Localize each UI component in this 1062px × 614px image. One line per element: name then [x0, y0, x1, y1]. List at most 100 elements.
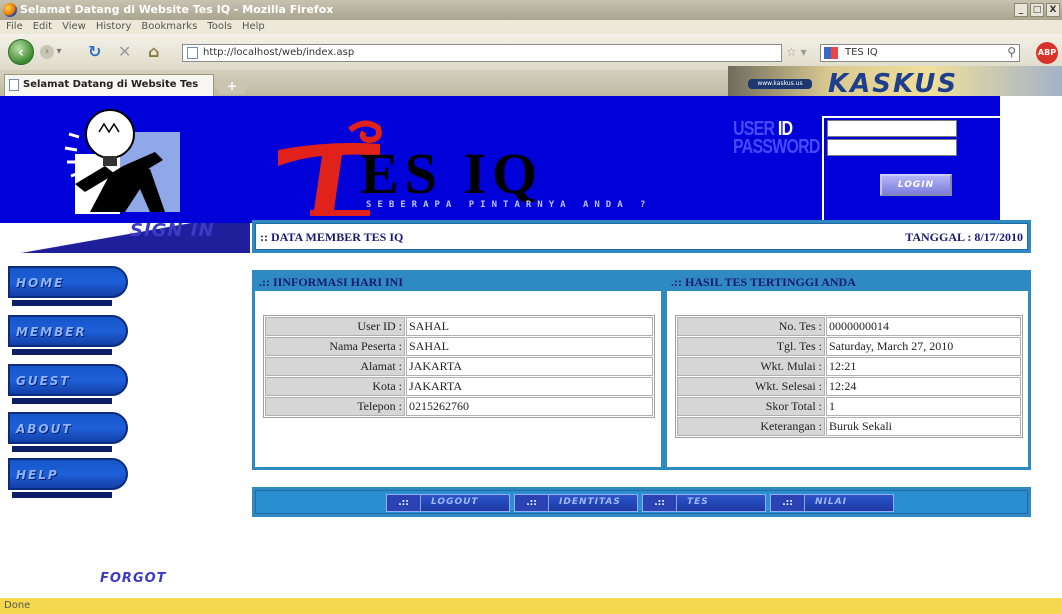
table-row: Wkt. Selesai :12:24	[677, 377, 1021, 396]
nav-help-button[interactable]: HELP	[8, 458, 128, 490]
row-value: JAKARTA	[406, 357, 653, 376]
nilai-button[interactable]: .:: NILAI	[770, 494, 894, 512]
site-tagline: SEBERAPA PINTARNYA ANDA ?	[366, 200, 652, 210]
back-button[interactable]: ‹	[8, 39, 34, 65]
row-label: Tgl. Tes :	[677, 337, 825, 356]
nav-divider	[12, 492, 112, 498]
table-row: No. Tes :0000000014	[677, 317, 1021, 336]
row-label: User ID :	[265, 317, 405, 336]
forgot-password-link[interactable]: FORGOT	[100, 571, 167, 586]
nav-member-button[interactable]: MEMBER	[8, 315, 128, 347]
row-value: SAHAL	[406, 317, 653, 336]
password-field[interactable]	[827, 139, 957, 156]
user-id-field[interactable]	[827, 120, 957, 137]
search-icon[interactable]: ⚲	[1007, 45, 1016, 59]
row-label: Skor Total :	[677, 397, 825, 416]
row-label: Wkt. Selesai :	[677, 377, 825, 396]
member-data-bar: :: DATA MEMBER TES IQ TANGGAL : 8/17/201…	[252, 220, 1031, 253]
stop-icon[interactable]: ✕	[118, 42, 131, 61]
nav-divider	[12, 300, 112, 306]
nilai-label: NILAI	[815, 497, 847, 507]
nav-guest-label: GUEST	[16, 374, 71, 388]
search-engine-icon[interactable]	[824, 47, 838, 59]
reload-icon[interactable]: ↻	[88, 42, 101, 61]
url-input[interactable]: http://localhost/web/index.asp	[182, 44, 782, 62]
login-button[interactable]: LOGIN	[880, 174, 952, 196]
date-label: TANGGAL : 8/17/2010	[905, 230, 1023, 244]
row-label: Nama Peserta :	[265, 337, 405, 356]
menu-bookmarks[interactable]: Bookmarks	[141, 20, 197, 34]
window-title: Selamat Datang di Website Tes IQ - Mozil…	[20, 3, 334, 16]
bookmark-star-icon[interactable]: ☆ ▾	[786, 45, 807, 59]
nav-help-label: HELP	[16, 468, 59, 482]
menu-help[interactable]: Help	[242, 20, 265, 34]
sign-in-link[interactable]: SIGN IN	[130, 220, 215, 241]
table-row: Telepon :0215262760	[265, 397, 653, 416]
site-header: ES IQ SEBERAPA PINTARNYA ANDA ? USER ID …	[0, 96, 1002, 223]
site-title: ES IQ	[360, 141, 544, 206]
table-row: Keterangan : Buruk Sekali	[677, 417, 1021, 436]
table-row: Wkt. Mulai :12:21	[677, 357, 1021, 376]
nav-divider	[12, 349, 112, 355]
menu-bar: File Edit View History Bookmarks Tools H…	[0, 20, 1062, 34]
history-dropdown-icon[interactable]: ▾	[55, 45, 63, 59]
logout-button[interactable]: .:: LOGOUT	[386, 494, 510, 512]
tab-current[interactable]: Selamat Datang di Website Tes IQ	[4, 74, 214, 110]
row-value: 1	[826, 397, 1021, 416]
identitas-button[interactable]: .:: IDENTITAS	[514, 494, 638, 512]
top-result-panel: .:: HASIL TES TERTINGGI ANDA No. Tes :00…	[664, 270, 1031, 470]
maximize-button[interactable]: □	[1030, 3, 1044, 17]
ad-banner[interactable]: www.kaskus.us KASKUS	[728, 66, 1062, 98]
menu-history[interactable]: History	[96, 20, 132, 34]
nav-divider	[12, 398, 112, 404]
nav-marker: .::	[643, 495, 677, 511]
top-result-title: .:: HASIL TES TERTINGGI ANDA	[667, 273, 1028, 291]
menu-view[interactable]: View	[62, 20, 86, 34]
table-row: Alamat : JAKARTA	[265, 357, 653, 376]
new-tab-button[interactable]: +	[218, 78, 246, 94]
tes-label: TES	[687, 497, 709, 507]
nav-home-button[interactable]: HOME	[8, 266, 128, 298]
row-value: 0000000014	[826, 317, 1021, 336]
search-value: TES IQ	[845, 47, 878, 58]
close-button[interactable]: X	[1046, 3, 1060, 17]
today-info-title: .:: IINFORMASI HARI INI	[255, 273, 661, 291]
nav-marker: .::	[387, 495, 421, 511]
row-value: Saturday, March 27, 2010	[826, 337, 1021, 356]
menu-edit[interactable]: Edit	[33, 20, 52, 34]
identitas-label: IDENTITAS	[559, 497, 621, 507]
row-value: 12:24	[826, 377, 1021, 396]
nav-marker: .::	[771, 495, 805, 511]
tes-button[interactable]: .:: TES	[642, 494, 766, 512]
navigation-toolbar: ‹ › ▾ ↻ ✕ ⌂ http://localhost/web/index.a…	[0, 34, 1062, 70]
row-label: Keterangan :	[677, 417, 825, 436]
table-row: Tgl. Tes : Saturday, March 27, 2010	[677, 337, 1021, 356]
minimize-button[interactable]: _	[1014, 3, 1028, 17]
search-input[interactable]: TES IQ ⚲	[820, 44, 1020, 62]
row-value: 0215262760	[406, 397, 653, 416]
nav-about-button[interactable]: ABOUT	[8, 412, 128, 444]
nav-marker: .::	[515, 495, 549, 511]
ad-url: www.kaskus.us	[748, 79, 812, 89]
forward-button[interactable]: ›	[40, 45, 54, 59]
row-label: No. Tes :	[677, 317, 825, 336]
web-page: ES IQ SEBERAPA PINTARNYA ANDA ? USER ID …	[0, 96, 1062, 598]
ad-text: KASKUS	[828, 69, 959, 98]
status-text: Done	[4, 600, 31, 611]
row-label: Telepon :	[265, 397, 405, 416]
nav-guest-button[interactable]: GUEST	[8, 364, 128, 396]
url-text: http://localhost/web/index.asp	[203, 47, 355, 58]
table-row: Kota : JAKARTA	[265, 377, 653, 396]
table-row: Skor Total :1	[677, 397, 1021, 416]
row-label: Wkt. Mulai :	[677, 357, 825, 376]
adblock-icon[interactable]: ABP	[1036, 42, 1058, 64]
member-data-title: :: DATA MEMBER TES IQ	[260, 230, 404, 244]
menu-file[interactable]: File	[6, 20, 23, 34]
today-info-panel: .:: IINFORMASI HARI INI User ID : SAHAL N…	[252, 270, 664, 470]
nav-member-label: MEMBER	[16, 325, 87, 339]
home-icon[interactable]: ⌂	[148, 42, 159, 61]
row-value: 12:21	[826, 357, 1021, 376]
status-bar: Done	[0, 598, 1062, 614]
tab-page-icon	[9, 79, 19, 91]
menu-tools[interactable]: Tools	[207, 20, 232, 34]
